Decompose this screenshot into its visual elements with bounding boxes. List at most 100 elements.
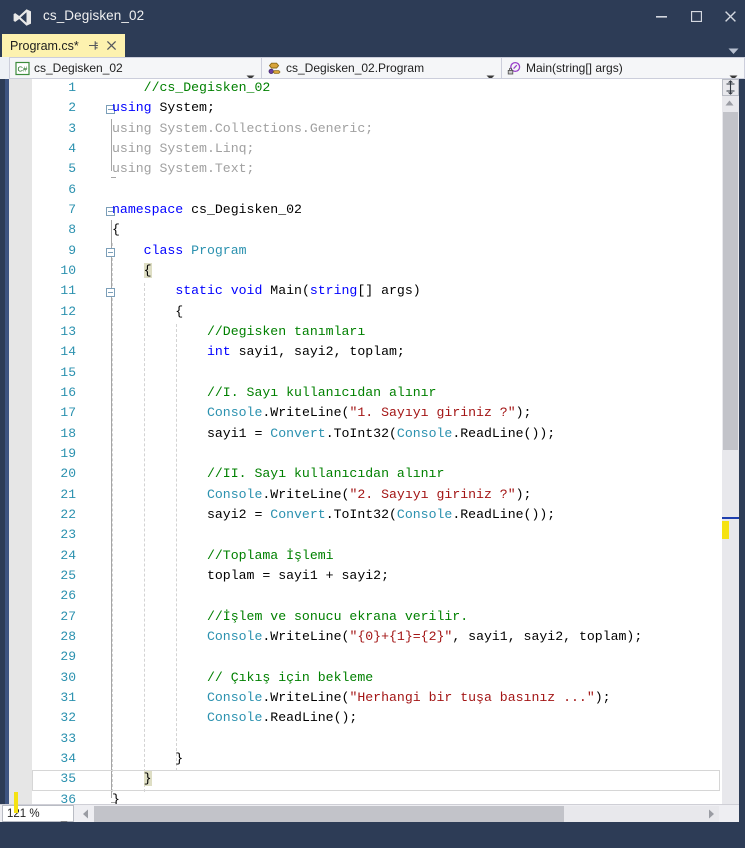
code-line[interactable]: 31 Console.WriteLine("Herhangi bir tuşa … (32, 690, 722, 711)
code-token: ); (515, 405, 532, 421)
type-dropdown[interactable]: cs_Degisken_02.Program (262, 57, 502, 79)
code-line[interactable]: 23 (32, 527, 722, 548)
horizontal-scrollbar-thumb[interactable] (94, 806, 564, 822)
code-line[interactable]: 2 using System; (32, 100, 722, 121)
pin-icon[interactable] (87, 39, 100, 52)
code-line[interactable]: 30 // Çıkış için bekleme (32, 670, 722, 691)
scroll-up-arrow-icon[interactable] (722, 97, 739, 112)
code-line[interactable]: 18 sayi1 = Convert.ToInt32(Console.ReadL… (32, 426, 722, 447)
code-line[interactable]: 10 { (32, 262, 722, 284)
member-dropdown[interactable]: Main(string[] args) (502, 57, 745, 79)
code-text: // Çıkış için bekleme (112, 670, 373, 685)
code-token: .WriteLine( (262, 689, 350, 705)
code-token: .WriteLine( (262, 486, 350, 502)
editor-tab-strip: Program.cs* (0, 34, 745, 57)
scroll-right-arrow-icon[interactable] (703, 806, 719, 822)
title-bar: cs_Degisken_02 (0, 0, 745, 34)
code-line[interactable]: 34 } (32, 751, 722, 772)
line-number: 7 (68, 201, 76, 217)
type-dropdown-value: cs_Degisken_02.Program (286, 61, 425, 75)
code-token: "{0}+{1}={2}" (349, 628, 453, 644)
code-text: { (112, 222, 120, 237)
code-line[interactable]: 22 sayi2 = Convert.ToInt32(Console.ReadL… (32, 507, 722, 528)
code-text: Console.ReadLine(); (112, 710, 357, 725)
code-token: // Çıkış için bekleme (206, 669, 374, 685)
code-line[interactable]: 17 Console.WriteLine("1. Sayıyı giriniz … (32, 405, 722, 426)
code-token: //Toplama İşlemi (206, 547, 334, 563)
code-text: //I. Sayı kullanıcıdan alınır (112, 385, 437, 400)
code-line[interactable]: 19 (32, 446, 722, 467)
tab-program-cs[interactable]: Program.cs* (2, 34, 125, 57)
code-text: Console.WriteLine("1. Sayıyı giriniz ?")… (112, 405, 532, 421)
split-view-icon[interactable] (722, 79, 739, 96)
code-line[interactable]: 16 //I. Sayı kullanıcıdan alınır (32, 385, 722, 406)
code-text: int sayi1, sayi2, toplam; (112, 344, 405, 359)
code-token: { (143, 262, 152, 278)
code-text: Console.WriteLine("Herhangi bir tuşa bas… (112, 690, 611, 705)
code-line[interactable]: 14 int sayi1, sayi2, toplam; (32, 344, 722, 365)
code-token: using System.Collections.Generic; (112, 120, 374, 136)
code-line[interactable]: 27 //İşlem ve sonucu ekrana verilir. (32, 609, 722, 630)
window-title: cs_Degisken_02 (43, 8, 145, 23)
code-token: Console (206, 710, 263, 726)
line-number: 9 (68, 242, 76, 258)
line-number: 31 (60, 689, 76, 705)
code-token: Console (206, 689, 263, 705)
code-token: //cs_Degisken_02 (143, 80, 271, 95)
code-token: sayi1, sayi2, toplam; (230, 344, 405, 360)
code-token: System; (151, 100, 215, 116)
code-line[interactable]: 1 //cs_Degisken_02 (32, 80, 722, 101)
code-line[interactable]: 11 static void Main(string[] args) (32, 283, 722, 304)
code-line[interactable]: 5 using System.Text; (32, 161, 722, 182)
code-line[interactable]: 20 //II. Sayı kullanıcıdan alınır (32, 466, 722, 487)
code-surface[interactable]: 1 //cs_Degisken_02 2 using System; 3 using S… (32, 79, 722, 804)
chevron-down-icon[interactable] (486, 67, 495, 78)
code-token: .WriteLine( (262, 405, 350, 421)
code-line[interactable]: 6 (32, 182, 722, 203)
maximize-button[interactable] (682, 5, 710, 28)
code-line[interactable]: 29 (32, 649, 722, 670)
code-token: } (112, 791, 120, 804)
code-line[interactable]: 12 { (32, 304, 722, 325)
scrollbar-caret-marker (722, 517, 739, 519)
project-dropdown[interactable]: C# cs_Degisken_02 (9, 57, 262, 79)
code-line[interactable]: 24 //Toplama İşlemi (32, 548, 722, 569)
indicator-margin[interactable] (9, 79, 32, 822)
vertical-scrollbar-thumb[interactable] (723, 112, 738, 450)
chevron-down-icon[interactable] (246, 67, 255, 78)
code-line[interactable]: 3 using System.Collections.Generic; (32, 121, 722, 142)
line-number: 30 (60, 669, 76, 685)
scroll-left-arrow-icon[interactable] (78, 806, 94, 822)
code-token: Main( (262, 283, 310, 299)
code-line[interactable]: 25 toplam = sayi1 + sayi2; (32, 568, 722, 589)
code-line[interactable]: 4 using System.Linq; (32, 141, 722, 162)
code-text: using System.Collections.Generic; (112, 121, 373, 136)
code-line[interactable]: 15 (32, 365, 722, 386)
code-line[interactable]: 26 (32, 588, 722, 609)
code-line[interactable]: 21 Console.WriteLine("2. Sayıyı giriniz … (32, 487, 722, 508)
minimize-button[interactable] (647, 5, 675, 28)
code-token: [] args) (357, 283, 421, 299)
zoom-dropdown[interactable]: 121 % (2, 805, 74, 826)
code-line[interactable]: 13 //Degisken tanımları (32, 324, 722, 345)
code-line[interactable]: 9 class Program (32, 243, 722, 264)
code-line[interactable]: 8{ (32, 222, 722, 243)
chevron-down-icon[interactable] (729, 67, 738, 78)
code-token: class (143, 242, 184, 258)
code-line[interactable]: 36} (32, 792, 722, 804)
code-text: namespace cs_Degisken_02 (112, 202, 302, 217)
line-number: 17 (60, 405, 76, 421)
close-button[interactable] (716, 5, 744, 28)
close-icon[interactable] (105, 39, 118, 52)
scrollbar-change-marker (722, 521, 729, 539)
code-line[interactable]: 28 Console.WriteLine("{0}+{1}={2}", sayi… (32, 629, 722, 650)
code-line[interactable]: 33 (32, 731, 722, 752)
code-line[interactable]: 7 namespace cs_Degisken_02 (32, 202, 722, 223)
code-line[interactable]: 32 Console.ReadLine(); (32, 710, 722, 731)
